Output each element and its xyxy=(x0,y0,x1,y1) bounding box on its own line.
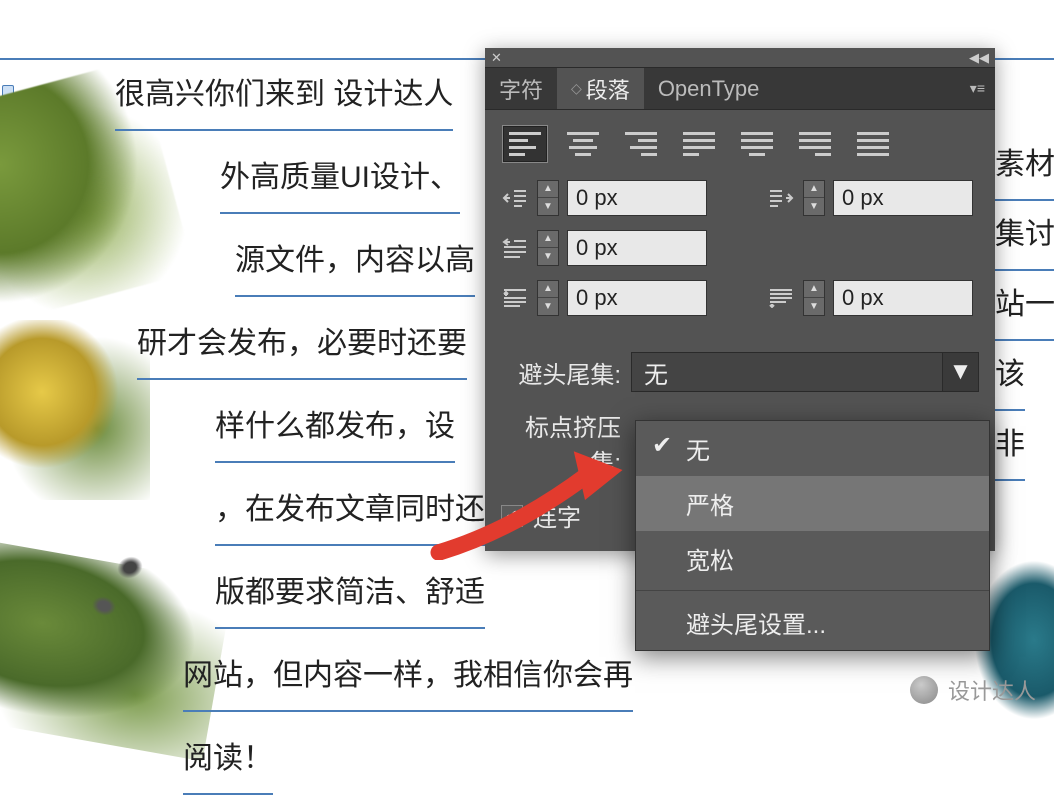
indent-left-icon xyxy=(501,186,529,210)
text-line[interactable]: 集讨 xyxy=(995,200,1054,271)
panel-menu-icon[interactable]: ▾≡ xyxy=(960,68,995,109)
tab-label: OpenType xyxy=(658,76,760,102)
dropdown-item-label: 无 xyxy=(686,438,710,465)
align-center-button[interactable] xyxy=(561,126,605,162)
watermark-icon xyxy=(910,676,938,704)
text-line[interactable]: ，在发布文章同时还 xyxy=(215,475,485,546)
kinsoku-label: 避头尾集: xyxy=(501,355,621,390)
space-before-field: ▲▼ 0 px xyxy=(501,280,707,316)
dropdown-item-label: 避头尾设置... xyxy=(686,612,826,639)
kinsoku-value: 无 xyxy=(644,355,668,390)
text-line[interactable]: 该 xyxy=(995,340,1025,411)
justify-last-left-button[interactable] xyxy=(677,126,721,162)
space-after-icon xyxy=(767,286,795,310)
justify-last-right-button[interactable] xyxy=(793,126,837,162)
step-down-button[interactable]: ▼ xyxy=(538,198,558,215)
align-left-button[interactable] xyxy=(503,126,547,162)
first-line-indent-icon xyxy=(501,236,529,260)
first-line-indent-value[interactable]: 0 px xyxy=(567,230,707,266)
check-icon: ✔ xyxy=(652,431,672,460)
dropdown-item-none[interactable]: ✔ 无 xyxy=(636,421,989,476)
space-before-icon xyxy=(501,286,529,310)
kinsoku-row: 避头尾集: 无 ▼ xyxy=(485,344,995,400)
step-up-button[interactable]: ▲ xyxy=(538,231,558,248)
hyphenate-label: 连字 xyxy=(533,498,581,533)
text-line[interactable]: 网站，但内容一样，我相信你会再 xyxy=(183,641,633,712)
stepper[interactable]: ▲▼ xyxy=(537,180,559,216)
watermark: 设计达人 xyxy=(910,674,1036,706)
text-line[interactable]: 很高兴你们来到 设计达人 xyxy=(115,60,453,131)
mojikumi-label: 标点挤压集: xyxy=(501,408,621,478)
step-up-button[interactable]: ▲ xyxy=(804,181,824,198)
toggle-icon: ◇ xyxy=(571,80,582,97)
align-right-button[interactable] xyxy=(619,126,663,162)
indent-fields: ▲▼ 0 px ▲▼ 0 px ▲▼ 0 px ▲▼ 0 px xyxy=(485,180,995,344)
indent-right-icon xyxy=(767,186,795,210)
dropdown-item-label: 严格 xyxy=(686,493,734,520)
step-down-button[interactable]: ▼ xyxy=(538,298,558,315)
check-icon: ✔ xyxy=(505,506,518,526)
text-line[interactable]: 站一 xyxy=(995,270,1054,341)
kinsoku-dropdown: ✔ 无 严格 宽松 避头尾设置... xyxy=(635,420,990,651)
tab-paragraph[interactable]: ◇ 段落 xyxy=(557,68,644,109)
panel-tabs: 字符 ◇ 段落 OpenType ▾≡ xyxy=(485,68,995,110)
stepper[interactable]: ▲▼ xyxy=(803,280,825,316)
alignment-row xyxy=(485,110,995,180)
step-down-button[interactable]: ▼ xyxy=(538,248,558,265)
chevron-down-icon: ▼ xyxy=(942,353,978,391)
stepper[interactable]: ▲▼ xyxy=(803,180,825,216)
kinsoku-select[interactable]: 无 ▼ xyxy=(631,352,979,392)
step-up-button[interactable]: ▲ xyxy=(538,181,558,198)
text-line[interactable]: 阅读！ xyxy=(183,724,273,795)
watermark-text: 设计达人 xyxy=(948,674,1036,706)
step-down-button[interactable]: ▼ xyxy=(804,198,824,215)
indent-left-field: ▲▼ 0 px xyxy=(501,180,707,216)
dropdown-item-loose[interactable]: 宽松 xyxy=(636,531,989,586)
dropdown-item-strict[interactable]: 严格 xyxy=(636,476,989,531)
tab-character[interactable]: 字符 xyxy=(485,68,557,109)
text-line[interactable]: 外高质量UI设计、 xyxy=(220,143,460,214)
space-after-value[interactable]: 0 px xyxy=(833,280,973,316)
step-down-button[interactable]: ▼ xyxy=(804,298,824,315)
space-before-value[interactable]: 0 px xyxy=(567,280,707,316)
tab-opentype[interactable]: OpenType xyxy=(644,68,774,109)
close-icon[interactable]: ✕ xyxy=(491,50,502,66)
collapse-icon[interactable]: ◀◀ xyxy=(969,50,989,66)
dropdown-item-label: 宽松 xyxy=(686,548,734,575)
text-line[interactable]: 非 xyxy=(995,410,1025,481)
tab-label: 字符 xyxy=(499,73,543,105)
text-line[interactable]: 素材 xyxy=(995,130,1054,201)
stepper[interactable]: ▲▼ xyxy=(537,280,559,316)
first-line-indent-field: ▲▼ 0 px xyxy=(501,230,707,266)
indent-right-value[interactable]: 0 px xyxy=(833,180,973,216)
text-line[interactable]: 样什么都发布，设 xyxy=(215,392,455,463)
step-up-button[interactable]: ▲ xyxy=(804,281,824,298)
hyphenate-checkbox[interactable]: ✔ xyxy=(501,505,523,527)
dropdown-item-settings[interactable]: 避头尾设置... xyxy=(636,595,989,650)
panel-header[interactable]: ✕ ◀◀ xyxy=(485,48,995,68)
tab-label: 段落 xyxy=(586,73,630,105)
text-line[interactable]: 版都要求简洁、舒适 xyxy=(215,558,485,629)
space-after-field: ▲▼ 0 px xyxy=(767,280,973,316)
indent-right-field: ▲▼ 0 px xyxy=(767,180,973,216)
dropdown-separator xyxy=(636,590,989,591)
stepper[interactable]: ▲▼ xyxy=(537,230,559,266)
text-line[interactable]: 源文件，内容以高 xyxy=(235,226,475,297)
justify-last-center-button[interactable] xyxy=(735,126,779,162)
justify-all-button[interactable] xyxy=(851,126,895,162)
indent-left-value[interactable]: 0 px xyxy=(567,180,707,216)
text-line[interactable]: 研才会发布，必要时还要 xyxy=(137,309,467,380)
step-up-button[interactable]: ▲ xyxy=(538,281,558,298)
